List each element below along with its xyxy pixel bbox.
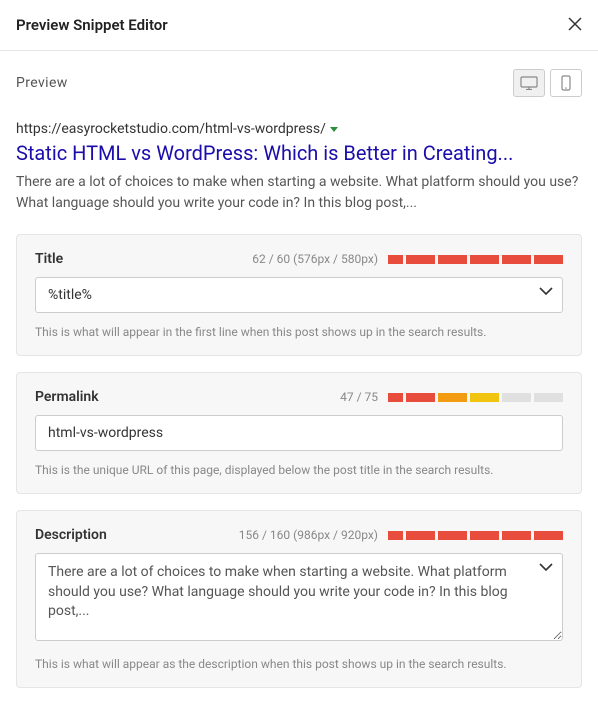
- permalink-stats: 47 / 75: [340, 390, 378, 404]
- desktop-toggle-button[interactable]: [513, 69, 545, 97]
- desktop-icon: [520, 76, 538, 90]
- close-icon: [568, 17, 582, 31]
- mobile-icon: [561, 75, 571, 91]
- permalink-help-text: This is the unique URL of this page, dis…: [35, 463, 563, 477]
- description-label: Description: [35, 527, 107, 543]
- title-help-text: This is what will appear in the first li…: [35, 325, 563, 339]
- title-stats: 62 / 60 (576px / 580px): [252, 252, 378, 266]
- title-field-box: Title 62 / 60 (576px / 580px) This is wh…: [16, 234, 582, 356]
- chevron-down-icon: [539, 287, 553, 295]
- permalink-score-bars: [388, 393, 563, 402]
- title-expand-button[interactable]: [539, 287, 553, 295]
- mobile-toggle-button[interactable]: [550, 69, 582, 97]
- permalink-label: Permalink: [35, 389, 99, 405]
- preview-header: Preview: [16, 69, 582, 97]
- dialog-header: Preview Snippet Editor: [0, 0, 598, 51]
- preview-url: https://easyrocketstudio.com/html-vs-wor…: [16, 121, 326, 137]
- description-expand-button[interactable]: [539, 563, 553, 571]
- preview-description: There are a lot of choices to make when …: [16, 172, 582, 214]
- close-button[interactable]: [568, 14, 582, 36]
- preview-label: Preview: [16, 75, 68, 91]
- search-preview: https://easyrocketstudio.com/html-vs-wor…: [16, 121, 582, 214]
- url-dropdown-icon[interactable]: [330, 127, 338, 132]
- permalink-field-box: Permalink 47 / 75 This is the unique URL…: [16, 372, 582, 494]
- title-input[interactable]: [35, 277, 563, 313]
- title-label: Title: [35, 251, 63, 267]
- description-field-box: Description 156 / 160 (986px / 920px) Th…: [16, 510, 582, 688]
- preview-title: Static HTML vs WordPress: Which is Bette…: [16, 140, 582, 166]
- description-textarea[interactable]: [35, 553, 563, 641]
- description-score-bars: [388, 531, 563, 540]
- chevron-down-icon: [539, 563, 553, 571]
- description-help-text: This is what will appear as the descript…: [35, 657, 563, 671]
- dialog-body: Preview https://easyrocketstudio.com/htm…: [0, 51, 598, 720]
- preview-url-row: https://easyrocketstudio.com/html-vs-wor…: [16, 121, 582, 137]
- description-stats: 156 / 160 (986px / 920px): [239, 528, 378, 542]
- dialog-title: Preview Snippet Editor: [16, 16, 168, 34]
- device-toggle-group: [513, 69, 582, 97]
- title-score-bars: [388, 255, 563, 264]
- permalink-input[interactable]: [35, 415, 563, 451]
